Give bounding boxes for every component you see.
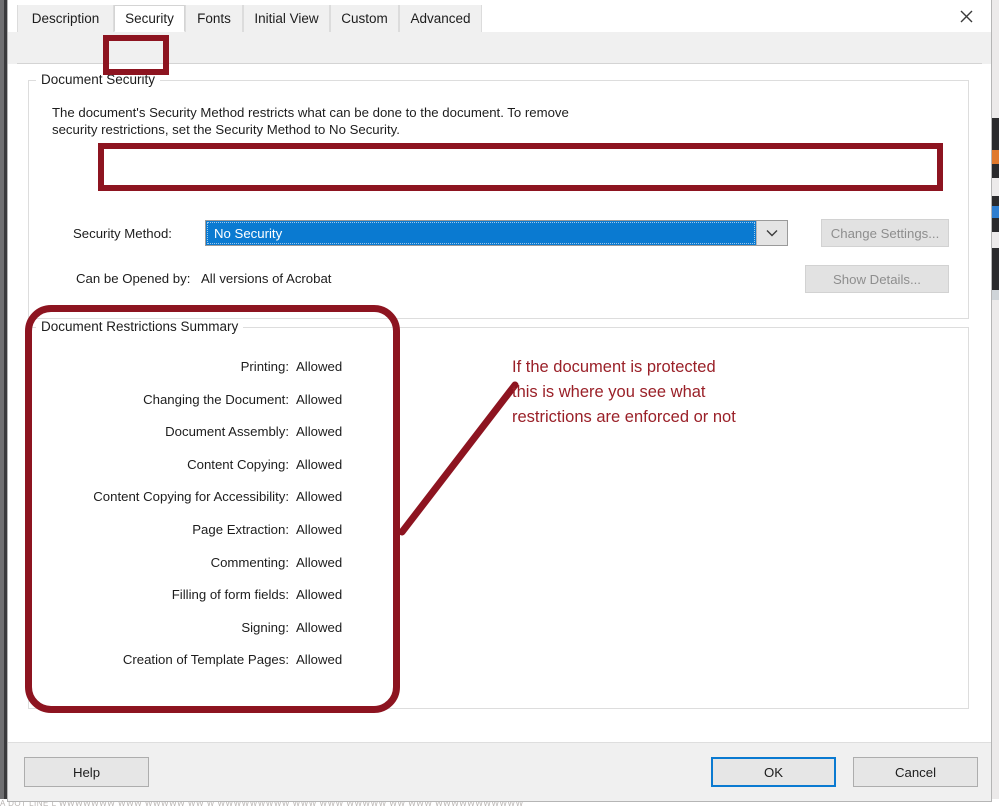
restriction-row: Creation of Template Pages: Allowed <box>8 652 991 672</box>
restriction-row: Document Assembly: Allowed <box>8 424 991 444</box>
tab-description[interactable]: Description <box>17 5 114 32</box>
restriction-row: Content Copying: Allowed <box>8 457 991 477</box>
security-method-dropdown-button[interactable] <box>756 221 787 245</box>
close-button[interactable] <box>949 4 983 28</box>
restriction-value: Allowed <box>296 587 342 602</box>
restriction-label: Content Copying for Accessibility: <box>93 489 289 504</box>
restriction-label: Printing: <box>241 359 289 374</box>
help-button[interactable]: Help <box>24 757 149 787</box>
restriction-value: Allowed <box>296 424 342 439</box>
tab-initial-view[interactable]: Initial View <box>243 5 330 32</box>
restriction-value: Allowed <box>296 522 342 537</box>
document-security-legend: Document Security <box>36 72 160 87</box>
can-be-opened-by-value: All versions of Acrobat <box>201 271 331 286</box>
close-icon <box>960 10 973 23</box>
restriction-value: Allowed <box>296 620 342 635</box>
restriction-label: Changing the Document: <box>143 392 289 407</box>
restriction-value: Allowed <box>296 392 342 407</box>
can-be-opened-by-label: Can be Opened by: <box>76 271 190 286</box>
dialog-footer: Help OK Cancel <box>8 742 991 801</box>
tab-security[interactable]: Security <box>114 5 185 32</box>
security-description-line2: security restrictions, set the Security … <box>52 121 400 138</box>
restriction-row: Signing: Allowed <box>8 620 991 640</box>
restriction-row: Printing: Allowed <box>8 359 991 379</box>
restriction-value: Allowed <box>296 489 342 504</box>
background-left-edge-inner <box>0 0 4 806</box>
security-method-value-area: No Security <box>207 222 755 244</box>
restriction-row: Changing the Document: Allowed <box>8 392 991 412</box>
restriction-value: Allowed <box>296 359 342 374</box>
restriction-row: Content Copying for Accessibility: Allowe… <box>8 489 991 509</box>
cancel-button[interactable]: Cancel <box>853 757 978 787</box>
restriction-value: Allowed <box>296 555 342 570</box>
restriction-label: Content Copying: <box>187 457 289 472</box>
restriction-row: Page Extraction: Allowed <box>8 522 991 542</box>
security-method-select[interactable]: No Security <box>205 220 788 246</box>
restriction-value: Allowed <box>296 457 342 472</box>
security-method-value: No Security <box>214 226 282 241</box>
restriction-label: Creation of Template Pages: <box>123 652 289 667</box>
show-details-button: Show Details... <box>805 265 949 293</box>
security-method-label: Security Method: <box>73 226 172 241</box>
security-description-line1: The document's Security Method restricts… <box>52 104 569 121</box>
document-properties-dialog: Document Properties Description Security… <box>7 0 992 802</box>
ok-button[interactable]: OK <box>711 757 836 787</box>
restriction-label: Filling of form fields: <box>172 587 289 602</box>
tab-advanced[interactable]: Advanced <box>399 5 482 32</box>
restriction-label: Document Assembly: <box>165 424 289 439</box>
restriction-row: Commenting: Allowed <box>8 555 991 575</box>
restriction-label: Commenting: <box>211 555 289 570</box>
tab-fonts[interactable]: Fonts <box>185 5 243 32</box>
restriction-value: Allowed <box>296 652 342 667</box>
restriction-label: Page Extraction: <box>192 522 289 537</box>
restriction-row: Filling of form fields: Allowed <box>8 587 991 607</box>
screen-root: A DOT LINE L WWWWWWW WWW WWWWW WW W WWWW… <box>0 0 999 806</box>
restrictions-legend: Document Restrictions Summary <box>36 319 243 334</box>
restriction-label: Signing: <box>241 620 289 635</box>
tab-custom[interactable]: Custom <box>330 5 399 32</box>
tab-strip <box>8 32 991 64</box>
change-settings-button: Change Settings... <box>821 219 949 247</box>
tab-content-security: Document Security The document's Securit… <box>8 64 991 744</box>
chevron-down-icon <box>766 229 778 237</box>
